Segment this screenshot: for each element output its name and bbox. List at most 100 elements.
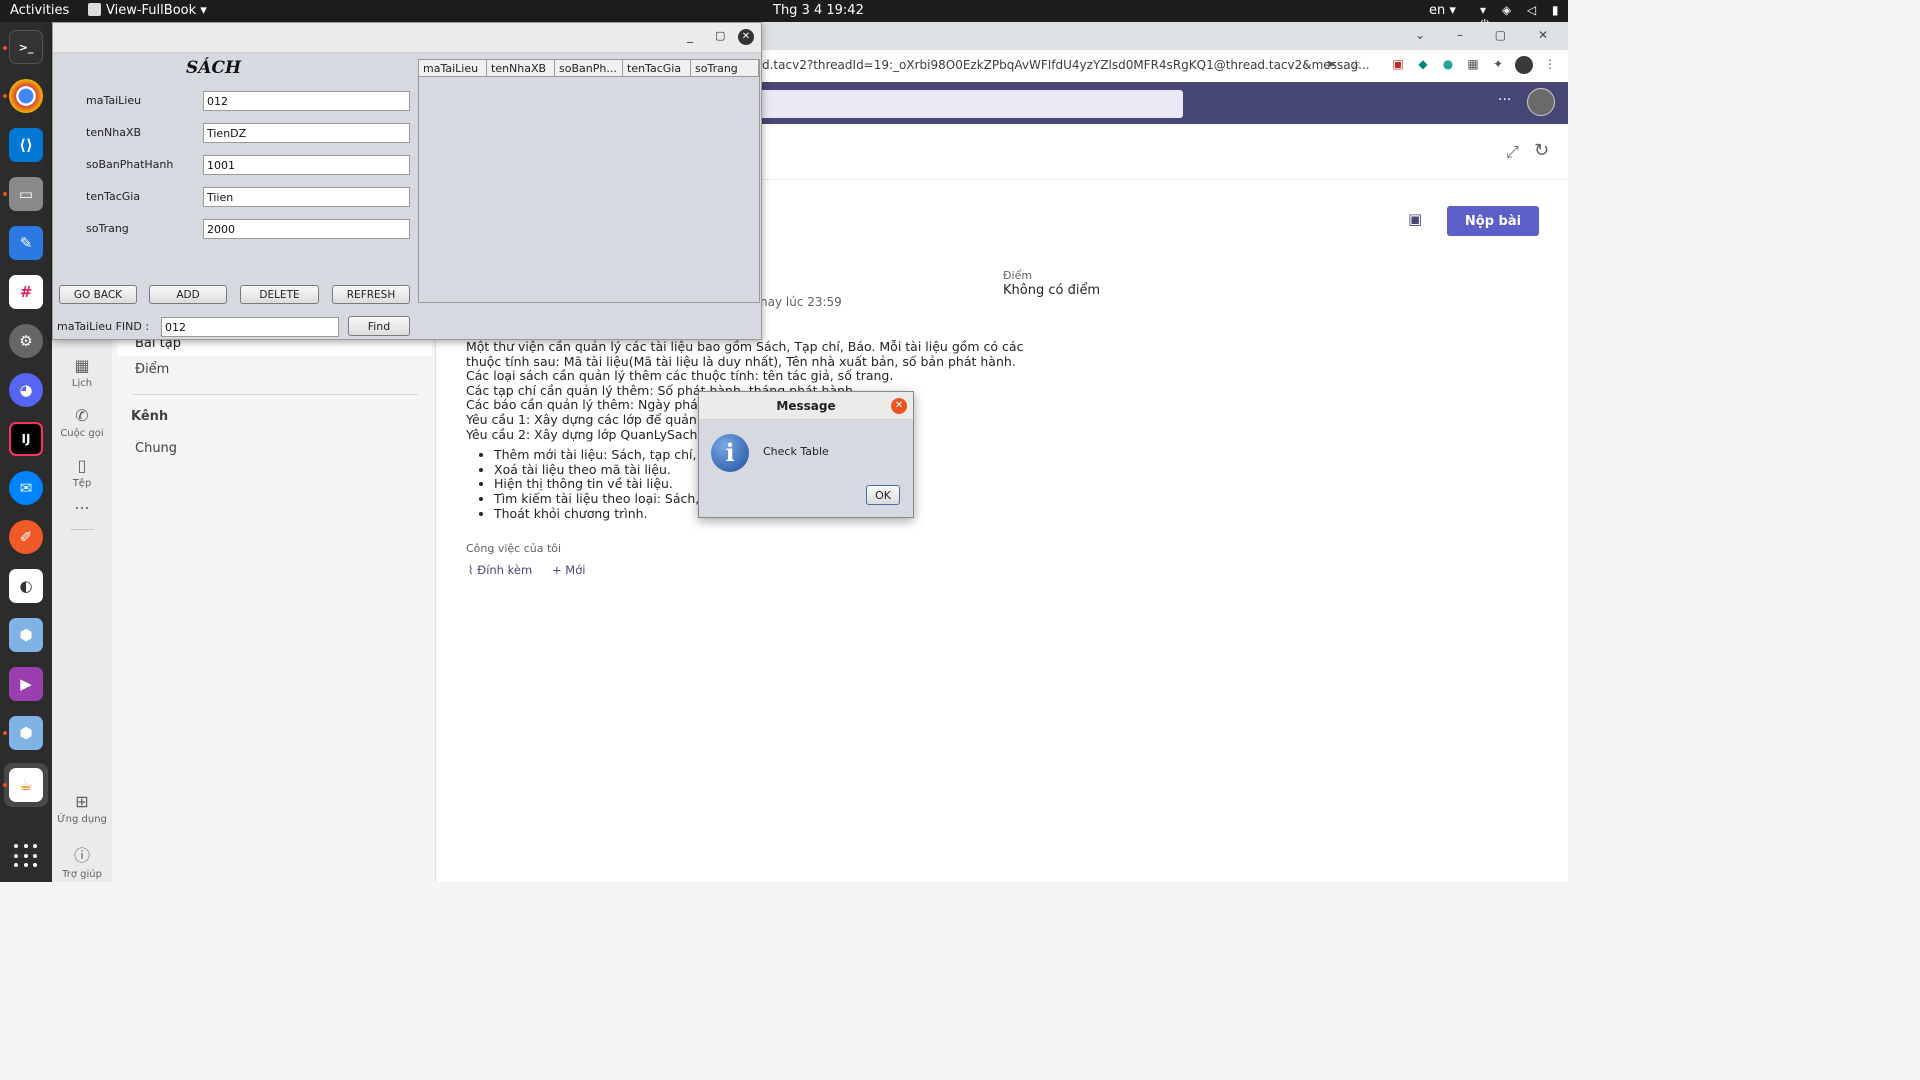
language-label: en bbox=[1429, 3, 1446, 18]
close-icon[interactable]: ✕ bbox=[738, 29, 754, 45]
message-dialog: Message ✕ i Check Table OK bbox=[698, 391, 914, 518]
profile-avatar[interactable] bbox=[1515, 56, 1533, 74]
avatar[interactable] bbox=[1527, 88, 1555, 116]
extension-icon[interactable]: ▦ bbox=[1465, 56, 1481, 72]
text-editor-icon[interactable]: ✎ bbox=[9, 226, 43, 260]
vscode-icon[interactable]: ⟨⟩ bbox=[9, 128, 43, 162]
submit-button[interactable]: Nộp bài bbox=[1447, 206, 1539, 236]
help-icon: ⓘ bbox=[73, 846, 90, 865]
file-icon: ▯ bbox=[77, 456, 87, 475]
browser-window-controls[interactable]: ⌄ – ▢ ✕ bbox=[1415, 28, 1562, 42]
running-indicator bbox=[3, 94, 7, 98]
rail-item-apps[interactable]: ⊞ Ứng dụng bbox=[52, 792, 112, 825]
kebab-menu-icon[interactable]: ⋮ bbox=[1542, 56, 1558, 72]
immersive-reader-icon[interactable]: ▣ bbox=[1408, 210, 1422, 228]
app-menu[interactable]: View-FullBook ▾ bbox=[88, 3, 207, 18]
description-line: thuộc tính sau: Mã tài liệu(Mã tài liệu … bbox=[466, 353, 1016, 369]
my-work-heading: Công việc của tôi bbox=[466, 542, 562, 555]
go-back-button[interactable]: GO BACK bbox=[59, 285, 137, 304]
address-bar[interactable]: d.tacv2?threadId=19:_oXrbi98O0EzkZPbqAvW… bbox=[762, 58, 1370, 72]
nav-item-general-channel[interactable]: Chung bbox=[135, 441, 177, 456]
terminal-icon[interactable]: >_ bbox=[9, 30, 43, 64]
virtualbox-icon[interactable]: ⬢ bbox=[9, 716, 43, 750]
activities-button[interactable]: Activities bbox=[10, 3, 69, 18]
column-header[interactable]: tenNhaXB bbox=[487, 60, 555, 76]
nav-item-grades[interactable]: Điểm bbox=[135, 362, 169, 377]
sotrang-label: soTrang bbox=[86, 222, 129, 235]
reload-icon[interactable]: ↻ bbox=[1534, 140, 1549, 161]
send-icon[interactable]: ➤ bbox=[1323, 56, 1339, 72]
java-app-window: _ ▢ ✕ SÁCH maTaiLieu tenNhaXB soBanPhatH… bbox=[52, 22, 762, 340]
zoom-icon[interactable]: ⌕ bbox=[1298, 56, 1314, 72]
virtualbox-icon[interactable]: ⬢ bbox=[9, 618, 43, 652]
column-header[interactable]: soBanPh... bbox=[555, 60, 623, 76]
rail-item-calendar[interactable]: ▦ Lịch bbox=[52, 356, 112, 389]
delete-button[interactable]: DELETE bbox=[240, 285, 319, 304]
form-title: SÁCH bbox=[186, 58, 242, 78]
tentacgia-field[interactable] bbox=[203, 187, 410, 207]
extension-icon[interactable]: ▣ bbox=[1390, 56, 1406, 72]
running-indicator bbox=[3, 731, 7, 735]
settings-icon[interactable]: ⚙ bbox=[9, 324, 43, 358]
more-options-icon[interactable]: ··· bbox=[1498, 92, 1511, 108]
sobanphathanh-field[interactable] bbox=[203, 155, 410, 175]
puzzle-icon[interactable]: ✦ bbox=[1490, 56, 1506, 72]
ok-button[interactable]: OK bbox=[866, 485, 900, 505]
window-titlebar[interactable]: _ ▢ ✕ bbox=[53, 23, 761, 53]
search-input[interactable] bbox=[742, 90, 1183, 118]
media-player-icon[interactable]: ▶ bbox=[9, 667, 43, 701]
tentacgia-label: tenTacGia bbox=[86, 190, 141, 203]
rail-label: Lịch bbox=[71, 378, 93, 389]
java-icon[interactable]: ☕ bbox=[9, 768, 43, 802]
tennhaxb-label: tenNhaXB bbox=[86, 126, 142, 139]
bookmark-star-icon[interactable]: ☆ bbox=[1348, 56, 1364, 72]
attach-button[interactable]: ⌇ Đính kèm bbox=[468, 563, 532, 577]
language-indicator[interactable]: en ▾ bbox=[1429, 3, 1456, 18]
refresh-button[interactable]: REFRESH bbox=[332, 285, 410, 304]
more-icon: ... bbox=[74, 494, 90, 513]
sobanphathanh-label: soBanPhatHanh bbox=[86, 158, 174, 171]
column-header[interactable]: soTrang bbox=[691, 60, 759, 76]
rail-item-more[interactable]: ... bbox=[52, 494, 112, 513]
running-indicator bbox=[3, 783, 7, 787]
clock[interactable]: Thg 3 4 19:42 bbox=[773, 3, 864, 18]
show-apps-icon[interactable] bbox=[14, 844, 38, 868]
pen-tool-icon[interactable]: ✐ bbox=[9, 520, 43, 554]
maximize-icon[interactable]: ▢ bbox=[715, 29, 725, 42]
new-button[interactable]: + Mới bbox=[552, 563, 585, 577]
rail-item-help[interactable]: ⓘ Trợ giúp bbox=[52, 842, 112, 880]
chrome-icon[interactable] bbox=[9, 79, 43, 113]
phone-icon: ✆ bbox=[75, 406, 89, 425]
toolbar-icons: ⌕ ➤ ☆ ▣ ◆ ● ▦ ✦ ⋮ bbox=[1298, 56, 1558, 74]
find-button[interactable]: Find bbox=[348, 316, 410, 336]
app-menu-label: View-FullBook bbox=[106, 3, 197, 18]
minimize-icon[interactable]: _ bbox=[687, 29, 693, 43]
slack-icon[interactable]: # bbox=[9, 275, 43, 309]
tennhaxb-field[interactable] bbox=[203, 123, 410, 143]
find-input[interactable] bbox=[161, 317, 339, 337]
rail-label: Ứng dụng bbox=[57, 814, 107, 825]
intellij-icon[interactable]: IJ bbox=[9, 422, 43, 456]
grade-label: Điểm bbox=[1003, 269, 1033, 282]
rail-item-files[interactable]: ▯ Tệp bbox=[52, 456, 112, 489]
extension-icon[interactable]: ● bbox=[1440, 56, 1456, 72]
description-line: Một thư viện cần quản lý các tài liệu ba… bbox=[466, 339, 1024, 354]
dialog-title[interactable]: Message bbox=[699, 392, 913, 420]
column-header[interactable]: maTaiLieu bbox=[419, 60, 487, 76]
expand-icon[interactable]: ⤢ bbox=[1506, 142, 1519, 162]
rail-label: Trợ giúp bbox=[62, 869, 102, 880]
rail-item-calls[interactable]: ✆ Cuộc gọi bbox=[52, 406, 112, 439]
add-button[interactable]: ADD bbox=[149, 285, 227, 304]
files-icon[interactable]: ▭ bbox=[9, 177, 43, 211]
data-table[interactable]: maTaiLieu tenNhaXB soBanPh... tenTacGia … bbox=[418, 59, 760, 303]
rail-label: Tệp bbox=[72, 478, 92, 489]
messenger-icon[interactable]: ✉ bbox=[9, 471, 43, 505]
app-icon[interactable]: ◐ bbox=[9, 569, 43, 603]
close-icon[interactable]: ✕ bbox=[891, 398, 907, 414]
extension-icon[interactable]: ◆ bbox=[1415, 56, 1431, 72]
sotrang-field[interactable] bbox=[203, 219, 410, 239]
column-header[interactable]: tenTacGia bbox=[623, 60, 691, 76]
discord-icon[interactable]: ◕ bbox=[9, 373, 43, 407]
matailieu-field[interactable] bbox=[203, 91, 410, 111]
